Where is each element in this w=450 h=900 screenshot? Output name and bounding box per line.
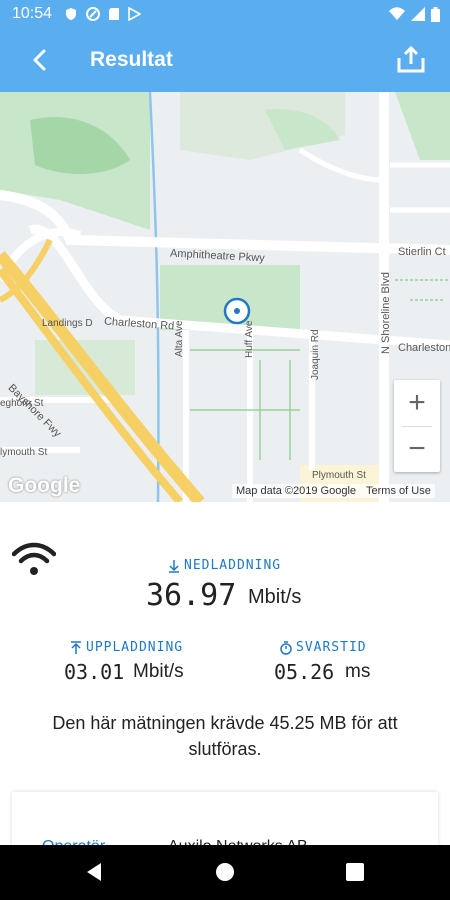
map-label-huff: Huff Ave [244, 320, 255, 358]
latency-label-group: SVARSTID [280, 640, 367, 655]
status-bar: 10:54 [0, 0, 450, 28]
upload-label: UPPLADDNING [86, 640, 184, 655]
map-label-stierlin: Stierlin Ct [398, 246, 446, 258]
page-title: Resultat [90, 48, 173, 71]
map-label-leghorn: eghorn St [0, 398, 44, 409]
wifi-signal-icon [12, 542, 56, 575]
upload-value: 03.01 [64, 660, 125, 684]
map-zoom-controls: + − [394, 380, 440, 472]
shield-icon [66, 8, 76, 20]
map-label-alta: Alta Ave [174, 320, 185, 357]
download-unit: Mbit/s [248, 586, 302, 608]
play-store-icon [128, 7, 141, 21]
latency-label: SVARSTID [296, 640, 367, 655]
google-logo: Google [8, 474, 81, 497]
wifi-icon [389, 7, 405, 20]
stopwatch-icon [280, 640, 292, 655]
share-upload-icon[interactable] [396, 44, 426, 74]
latency-unit: ms [345, 661, 371, 682]
battery-icon [431, 7, 440, 22]
download-label: NEDLADDNING [184, 558, 282, 573]
download-value: 36.97 [146, 578, 237, 613]
terms-of-use-link[interactable]: Terms of Use [366, 485, 431, 497]
map-label-plymouth-right: Plymouth St [312, 470, 366, 481]
signal-icon [411, 7, 425, 21]
map-label-joaquin: Joaquin Rd [310, 329, 321, 380]
system-nav-bar [0, 845, 450, 900]
nav-home-icon[interactable] [215, 862, 235, 882]
arrow-back-icon[interactable] [24, 44, 56, 76]
map-label-landings: Landings D [42, 318, 93, 329]
upload-arrow-icon [71, 640, 81, 654]
map-label-shoreline: N Shoreline Blvd [380, 272, 392, 354]
status-time: 10:54 [12, 5, 53, 22]
zoom-out-button[interactable]: − [394, 426, 440, 472]
download-label-group: NEDLADDNING [168, 558, 281, 573]
nav-back-icon[interactable] [84, 862, 104, 882]
download-arrow-icon [169, 559, 179, 573]
upload-label-group: UPPLADDNING [70, 640, 183, 655]
data-usage-note: Den här mätningen krävde 45.25 MB för at… [52, 713, 398, 759]
zoom-in-button[interactable]: + [394, 380, 440, 426]
map-label-plymouth-left: lymouth St [0, 447, 48, 458]
upload-unit: Mbit/s [133, 661, 184, 682]
map-attribution: Map data ©2019 Google Terms of Use [232, 484, 435, 498]
nav-recents-icon[interactable] [345, 862, 365, 882]
map-label-charleston-right: Charleston [398, 342, 450, 354]
vpn-icon [86, 7, 100, 21]
map-view[interactable]: Amphitheatre Pkwy Stierlin Ct Charleston… [0, 92, 450, 502]
latency-value: 05.26 [274, 660, 335, 684]
map-data-credit: Map data ©2019 Google [236, 485, 357, 497]
sd-card-icon [109, 8, 119, 20]
app-bar: Resultat [0, 28, 450, 92]
